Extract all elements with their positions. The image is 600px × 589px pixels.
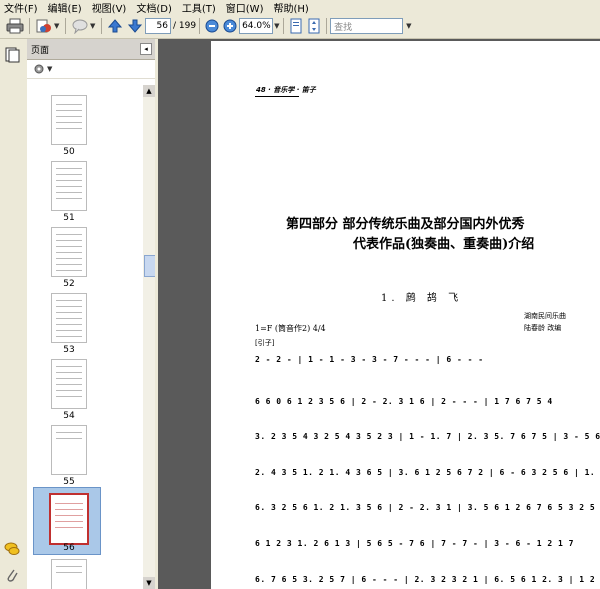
zoom-in-button[interactable]	[223, 17, 237, 35]
notation-line: 6 6 0 6 1 2 3 5 6 | 2 - 2. 3 1 6 | 2 - -…	[255, 397, 553, 406]
page-thumbnail-label: 56	[63, 543, 75, 553]
page-thumbnail[interactable]	[51, 161, 87, 211]
zoom-in-icon	[223, 19, 237, 33]
fit-page-icon	[308, 18, 320, 34]
printer-icon	[6, 18, 24, 34]
panel-header: 页面 ◂	[27, 39, 155, 60]
toolbar: ▼ ▼ 56 / 199 64.0% ▼ 查找 ▼	[0, 14, 600, 39]
scroll-up-icon[interactable]: ▲	[143, 85, 155, 97]
page-thumbnail-selected[interactable]	[49, 493, 89, 545]
zoom-dropdown-icon[interactable]: ▼	[274, 22, 280, 30]
comment-button[interactable]: ▼	[71, 17, 96, 35]
page-thumbnail[interactable]	[51, 227, 87, 277]
panel-title: 页面	[31, 45, 50, 56]
chevron-down-icon[interactable]: ▼	[47, 65, 53, 73]
page-thumbnail-label: 55	[63, 477, 75, 487]
panel-scrollbar[interactable]: ▲ ▼	[143, 85, 156, 589]
pages-panel-icon[interactable]	[4, 47, 20, 63]
speech-bubble-icon	[72, 19, 88, 34]
fit-page-button[interactable]	[307, 17, 321, 35]
notation-line: 6 1 2 3 1. 2 6 1 3 | 5 6 5 - 7 6 | 7 - 7…	[255, 539, 574, 548]
document-view: 48 · 音乐学 · 笛子 第四部分 部分传统乐曲及部分国内外优秀 代表作品(独…	[158, 39, 600, 589]
menu-window[interactable]: 窗口(W)	[222, 0, 270, 15]
menu-document[interactable]: 文档(D)	[132, 0, 178, 15]
key-signature: 1=F (筒音作2) 4/4	[255, 324, 326, 333]
page-thumbnail-label: 50	[63, 147, 75, 157]
menu-file[interactable]: 文件(F)	[0, 0, 44, 15]
search-input[interactable]: 查找	[330, 18, 404, 34]
page-number-input[interactable]: 56	[145, 18, 171, 34]
arrow-down-icon	[127, 19, 143, 33]
header-rule	[255, 96, 299, 97]
toolbar-separator	[283, 18, 285, 34]
next-page-button[interactable]	[127, 17, 143, 35]
credit-arranger: 陆春龄 改编	[524, 324, 562, 332]
toolbar-separator	[101, 18, 102, 34]
page-thumbnail[interactable]	[51, 425, 87, 475]
document-share-icon	[36, 19, 51, 33]
menu-edit[interactable]: 编辑(E)	[44, 0, 88, 15]
notation-line: 6. 3 2 5 6 1. 2 1. 3 5 6 | 2 - 2. 3 1 | …	[255, 503, 600, 512]
document-page: 48 · 音乐学 · 笛子 第四部分 部分传统乐曲及部分国内外优秀 代表作品(独…	[211, 41, 600, 589]
navigation-strip	[0, 39, 26, 589]
notation-line: 3. 2 3 5 4 3 2 5 4 3 5 2 3 | 1 - 1. 7 | …	[255, 432, 600, 441]
part-title: 第四部分 部分传统乐曲及部分国内外优秀	[286, 217, 525, 232]
toolbar-separator	[65, 18, 66, 34]
previous-page-button[interactable]	[107, 17, 123, 35]
notation-line: 2. 4 3 5 1. 2 1. 4 3 6 5 | 3. 6 1 2 5 6 …	[255, 468, 600, 477]
notation-line: 6. 7 6 5 3. 2 5 7 | 6 - - - | 2. 3 2 3 2…	[255, 575, 600, 584]
menu-view[interactable]: 视图(V)	[88, 0, 133, 15]
scroll-down-icon[interactable]: ▼	[143, 577, 155, 589]
page-thumbnail[interactable]	[51, 95, 87, 145]
page-thumbnail-label: 54	[63, 411, 75, 421]
thumbnail-list: 50 51 52 53 54 55 56	[27, 85, 143, 589]
chevron-down-icon: ▼	[90, 22, 96, 30]
page-thumbnail-label: 52	[63, 279, 75, 289]
options-gear-icon[interactable]	[33, 63, 45, 75]
search-dropdown-icon[interactable]: ▼	[406, 22, 412, 30]
menu-bar: 文件(F) 编辑(E) 视图(V) 文档(D) 工具(T) 窗口(W) 帮助(H…	[0, 0, 600, 15]
zoom-out-button[interactable]	[205, 17, 219, 35]
page-thumbnail-label: 53	[63, 345, 75, 355]
intro-label: [引子]	[255, 339, 275, 347]
toolbar-separator	[199, 18, 201, 34]
collaborate-button[interactable]: ▼	[35, 17, 60, 35]
credit-origin: 湖南民间乐曲	[524, 312, 566, 320]
page-thumbnail-label: 51	[63, 213, 75, 223]
toolbar-separator	[29, 18, 30, 34]
page-header: 48 · 音乐学 · 笛子	[256, 86, 316, 94]
paperclip-icon[interactable]	[4, 567, 20, 583]
menu-help[interactable]: 帮助(H)	[269, 0, 314, 15]
comments-panel-icon[interactable]	[4, 541, 20, 557]
piece-title: 1. 鹧 鸪 飞	[381, 293, 463, 304]
zoom-out-icon	[205, 19, 219, 33]
single-page-icon	[290, 18, 302, 34]
single-page-view-button[interactable]	[289, 17, 303, 35]
page-thumbnail[interactable]	[51, 559, 87, 589]
page-total: / 199	[173, 21, 197, 31]
chevron-down-icon: ▼	[54, 22, 60, 30]
zoom-input[interactable]: 64.0%	[239, 18, 274, 34]
toolbar-separator	[326, 18, 328, 34]
print-button[interactable]	[6, 17, 24, 35]
notation-line: 2 - 2 - | 1 - 1 - 3 - 3 - 7 - - - | 6 - …	[255, 355, 484, 364]
page-thumbnail[interactable]	[51, 293, 87, 343]
panel-options: ▼	[27, 60, 155, 79]
page-thumbnail[interactable]	[51, 359, 87, 409]
panel-collapse-button[interactable]: ◂	[140, 43, 152, 55]
arrow-up-icon	[107, 19, 123, 33]
part-subtitle: 代表作品(独奏曲、重奏曲)介绍	[353, 237, 535, 252]
pages-panel: 页面 ◂ ▼ 50 51 52 53 54 55 56 ▲ ▼	[27, 39, 156, 589]
menu-tools[interactable]: 工具(T)	[178, 0, 222, 15]
